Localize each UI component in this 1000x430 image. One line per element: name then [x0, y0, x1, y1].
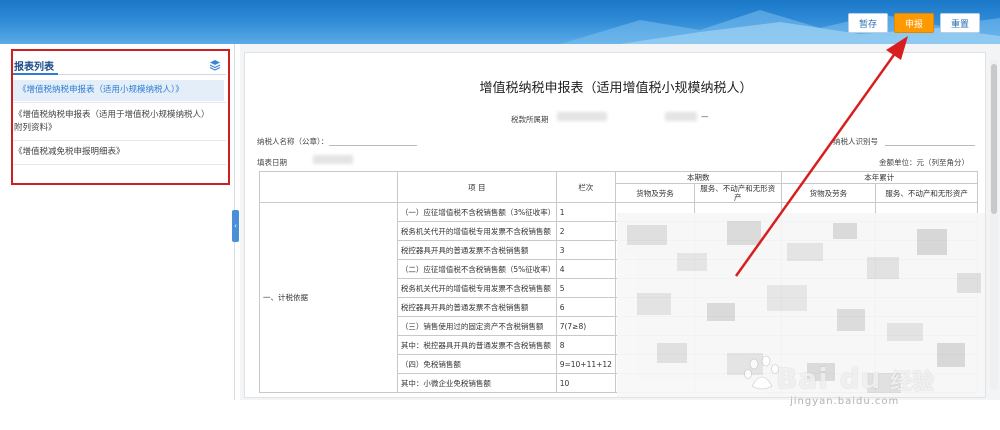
row-column-no: 8: [555, 335, 616, 355]
column-no-header: 栏次: [555, 171, 616, 203]
row-item-label: （二）应征增值税不含税销售额（5%征收率）: [396, 259, 557, 279]
header-spacer: [978, 184, 985, 203]
watermark-url: jingyan.baidu.com: [790, 396, 900, 407]
fill-date-value: [313, 155, 353, 164]
current-period-header: 本期数: [614, 171, 782, 184]
row-column-no: 3: [555, 240, 616, 260]
save-draft-button[interactable]: 暂存: [848, 13, 888, 33]
form-area: 增值税纳税申报表（适用增值税小规模纳税人） 税款所属期 — 纳税人名称（公章）：…: [240, 44, 1000, 400]
taxpayer-name-field[interactable]: [329, 145, 417, 146]
row-column-no: 9=10+11+12: [555, 354, 616, 374]
row-item-label: （四）免税销售额: [396, 354, 557, 374]
period-end-value: [665, 112, 697, 121]
form-title: 增值税纳税申报表（适用增值税小规模纳税人）: [479, 81, 753, 96]
period-start-value: [557, 112, 607, 121]
row-item-label: （一）应征增值税不含税销售额（3%征收率）: [396, 202, 557, 222]
taxpayer-name-label: 纳税人名称（公章）：: [257, 137, 329, 146]
current-services-header: 服务、不动产和无形资产: [694, 183, 782, 203]
taxpayer-id-label: 纳税人识别号: [833, 137, 878, 146]
reset-button[interactable]: 重置: [940, 13, 980, 33]
declaration-form: 增值税纳税申报表（适用增值税小规模纳税人） 税款所属期 — 纳税人名称（公章）：…: [244, 52, 986, 398]
row-column-no: 1: [555, 202, 616, 222]
row-column-no: 6: [555, 297, 616, 317]
period-label: 税款所属期: [511, 115, 549, 124]
ytd-services-header: 服务、不动产和无形资产: [875, 183, 978, 203]
watermark-brand: Bai du: [776, 362, 882, 395]
collapse-panel-handle[interactable]: ‹: [232, 210, 239, 242]
row-column-no: 5: [555, 278, 616, 298]
item-header: 项 目: [396, 171, 557, 203]
row-item-label: 其中：小微企业免税销售额: [396, 373, 557, 393]
unit-label: 金额单位：元（列至角分）: [879, 158, 969, 167]
taxpayer-id-field[interactable]: [885, 145, 975, 146]
section-label: 一、计税依据: [259, 202, 398, 393]
year-to-date-header: 本年累计: [780, 171, 978, 184]
row-column-no: 10: [555, 373, 616, 393]
submit-button[interactable]: 申报: [894, 13, 934, 33]
scrollbar-thumb[interactable]: [991, 64, 997, 214]
row-item-label: 税控器具开具的普通发票不含税销售额: [396, 297, 557, 317]
row-item-label: 税控器具开具的普通发票不含税销售额: [396, 240, 557, 260]
row-column-no: 7(7≥8): [555, 316, 616, 336]
period-separator: —: [701, 112, 709, 121]
row-item-label: 其中：税控器具开具的普通发票不含税销售额: [396, 335, 557, 355]
row-column-no: 2: [555, 221, 616, 241]
row-item-label: 税务机关代开的增值税专用发票不含税销售额: [396, 221, 557, 241]
watermark-cn: 经验: [890, 370, 935, 395]
current-goods-header: 货物及劳务: [614, 183, 696, 203]
ytd-goods-header: 货物及劳务: [780, 183, 877, 203]
top-banner: 暂存 申报 重置: [0, 0, 1000, 44]
table-corner: [259, 171, 398, 203]
fill-date-label: 填表日期: [257, 158, 287, 167]
highlight-box: [11, 49, 230, 185]
row-item-label: （三）销售使用过的固定资产不含税销售额: [396, 316, 557, 336]
row-item-label: 税务机关代开的增值税专用发票不含税销售额: [396, 278, 557, 298]
row-column-no: 4: [555, 259, 616, 279]
